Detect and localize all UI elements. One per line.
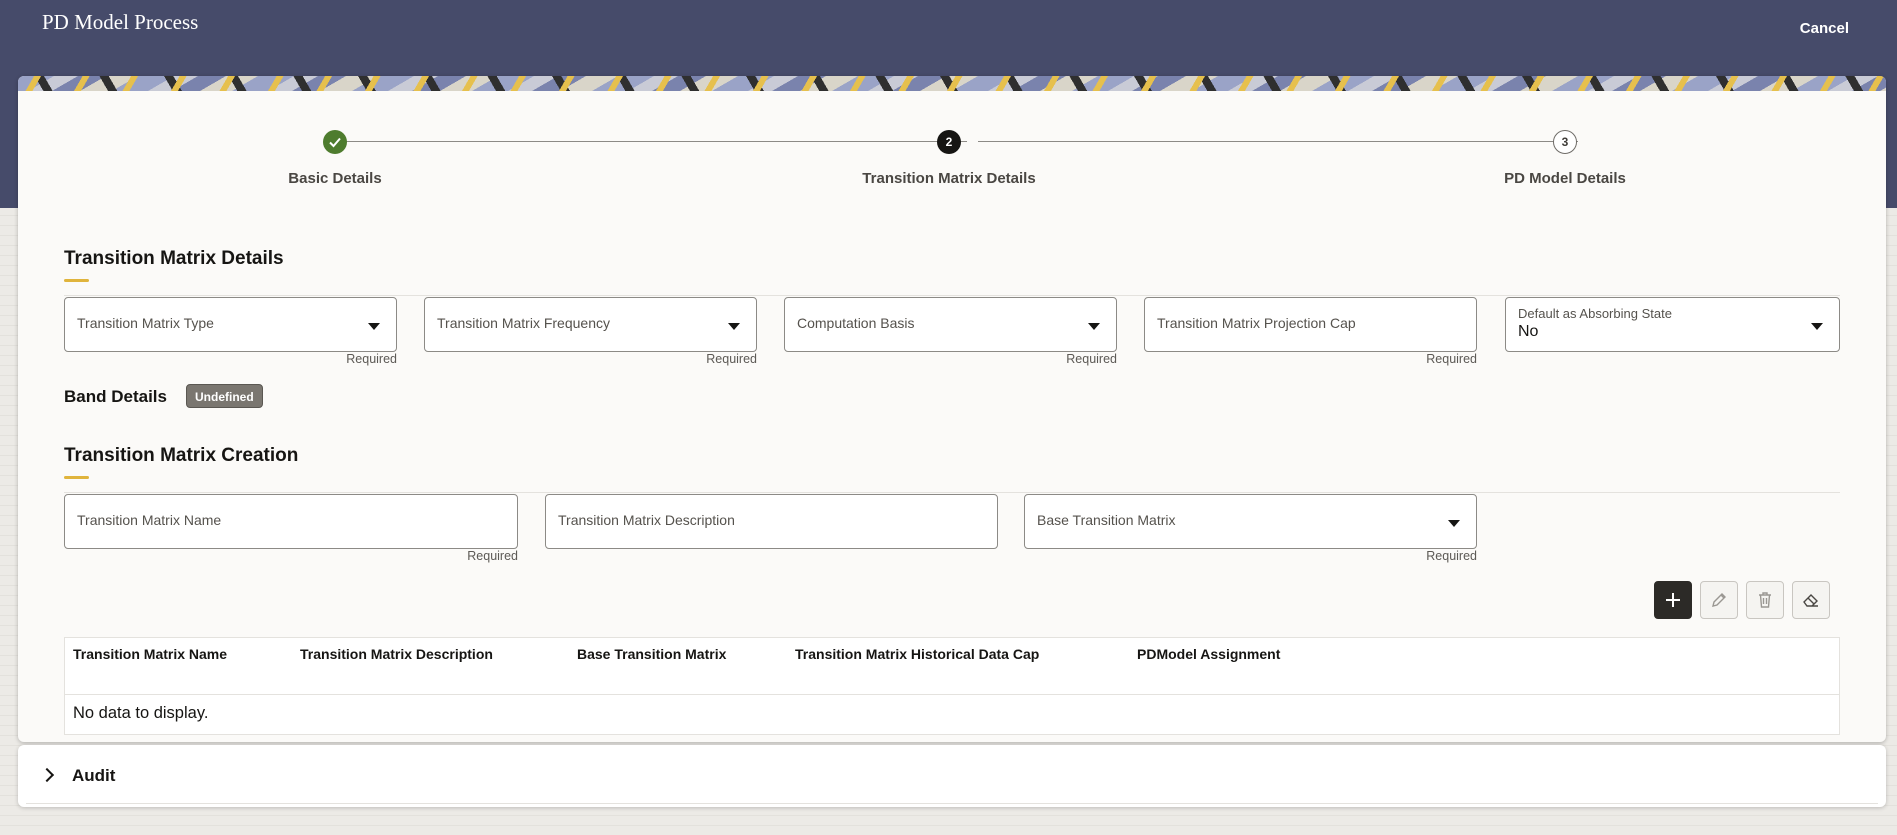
field-label: Computation Basis xyxy=(797,315,915,331)
step-3-label[interactable]: PD Model Details xyxy=(1504,170,1626,187)
column-header-pdmodel-assignment[interactable]: PDModel Assignment xyxy=(1137,646,1280,662)
step-2-indicator[interactable]: 2 xyxy=(937,130,961,154)
trash-icon xyxy=(1759,592,1771,608)
transition-matrix-name-input[interactable]: Transition Matrix Name xyxy=(64,494,518,549)
decorative-banner xyxy=(18,76,1886,91)
field-label: Base Transition Matrix xyxy=(1037,512,1176,528)
edit-button[interactable] xyxy=(1700,581,1738,619)
status-badge: Undefined xyxy=(186,384,263,408)
required-hint: Required xyxy=(1426,549,1477,563)
clear-button[interactable] xyxy=(1792,581,1830,619)
required-hint: Required xyxy=(467,549,518,563)
field-label: Transition Matrix Projection Cap xyxy=(1157,315,1356,331)
field-label: Default as Absorbing State xyxy=(1518,306,1672,321)
chevron-down-icon xyxy=(368,323,380,330)
section-underline xyxy=(64,476,89,479)
step-2-label[interactable]: Transition Matrix Details xyxy=(862,170,1035,187)
field-label: Transition Matrix Frequency xyxy=(437,315,610,331)
field-label: Transition Matrix Description xyxy=(558,512,735,528)
cancel-button[interactable]: Cancel xyxy=(1800,20,1849,37)
transition-matrix-frequency-select[interactable]: Transition Matrix Frequency xyxy=(424,297,757,352)
step-1-indicator[interactable] xyxy=(323,130,347,154)
required-hint: Required xyxy=(1426,352,1477,366)
chevron-down-icon xyxy=(728,323,740,330)
check-icon xyxy=(329,137,341,148)
projection-cap-input[interactable]: Transition Matrix Projection Cap xyxy=(1144,297,1477,352)
plus-icon xyxy=(1666,593,1680,607)
main-card: Basic Details 2 Transition Matrix Detail… xyxy=(18,76,1886,742)
transition-matrix-table: Transition Matrix Name Transition Matrix… xyxy=(64,637,1840,735)
details-section-title: Transition Matrix Details xyxy=(64,248,284,269)
column-header-name[interactable]: Transition Matrix Name xyxy=(73,646,227,662)
page-title: PD Model Process xyxy=(42,10,199,34)
column-header-base[interactable]: Base Transition Matrix xyxy=(577,646,726,662)
default-absorbing-state-select[interactable]: Default as Absorbing State No xyxy=(1505,297,1840,352)
audit-label[interactable]: Audit xyxy=(72,766,115,786)
delete-button[interactable] xyxy=(1746,581,1784,619)
section-divider xyxy=(64,295,1840,296)
computation-basis-select[interactable]: Computation Basis xyxy=(784,297,1117,352)
step-3-indicator[interactable]: 3 xyxy=(1553,130,1577,154)
column-header-description[interactable]: Transition Matrix Description xyxy=(300,646,493,662)
chevron-down-icon xyxy=(1448,520,1460,527)
stepper-connector-1 xyxy=(345,141,967,142)
section-underline xyxy=(64,279,89,282)
base-transition-matrix-select[interactable]: Base Transition Matrix xyxy=(1024,494,1477,549)
audit-panel[interactable]: Audit xyxy=(18,745,1886,807)
step-1-label[interactable]: Basic Details xyxy=(288,170,381,187)
required-hint: Required xyxy=(706,352,757,366)
audit-divider xyxy=(26,803,1878,804)
required-hint: Required xyxy=(346,352,397,366)
chevron-down-icon xyxy=(1811,323,1823,330)
field-label: Transition Matrix Name xyxy=(77,512,222,528)
creation-section-title: Transition Matrix Creation xyxy=(64,445,299,466)
section-divider xyxy=(64,492,1840,493)
add-button[interactable] xyxy=(1654,581,1692,619)
chevron-right-icon[interactable] xyxy=(39,767,55,783)
eraser-icon xyxy=(1803,594,1818,607)
band-details-label: Band Details xyxy=(64,387,167,406)
transition-matrix-type-select[interactable]: Transition Matrix Type xyxy=(64,297,397,352)
transition-matrix-description-input[interactable]: Transition Matrix Description xyxy=(545,494,998,549)
pencil-icon xyxy=(1712,593,1726,607)
chevron-down-icon xyxy=(1088,323,1100,330)
field-value: No xyxy=(1518,323,1539,340)
stepper-connector-2 xyxy=(978,141,1578,142)
table-header-divider xyxy=(65,694,1839,695)
empty-table-message: No data to display. xyxy=(73,704,209,722)
column-header-historical-cap[interactable]: Transition Matrix Historical Data Cap xyxy=(795,646,1039,662)
field-label: Transition Matrix Type xyxy=(77,315,214,331)
required-hint: Required xyxy=(1066,352,1117,366)
